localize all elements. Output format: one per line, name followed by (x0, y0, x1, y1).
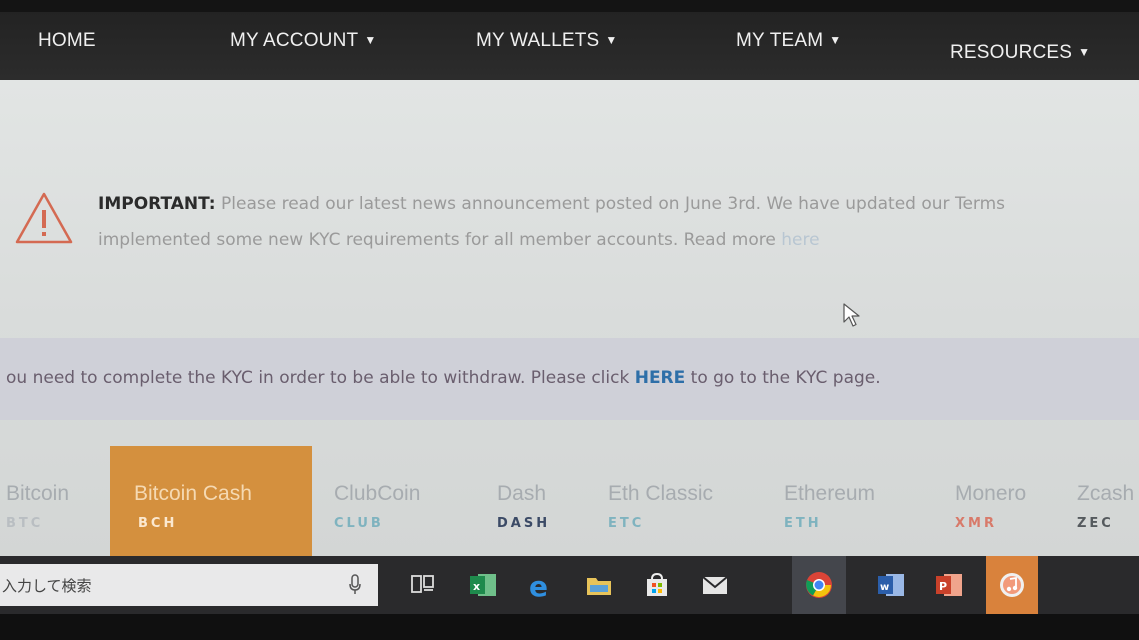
itunes-icon (1000, 573, 1024, 597)
coin-tab-monero[interactable]: Monero XMR (955, 446, 1050, 556)
read-more-link[interactable]: here (781, 230, 819, 250)
nav-my-team[interactable]: MY TEAM ▼ (736, 30, 841, 52)
coin-tab-name: Zcash (1077, 482, 1135, 505)
kyc-text-after: to go to the KYC page. (685, 368, 881, 388)
file-explorer-icon[interactable] (584, 570, 614, 600)
warning-triangle-icon (15, 192, 73, 244)
kyc-here-link[interactable]: HERE (635, 368, 686, 388)
nav-my-account-label: MY ACCOUNT (230, 30, 359, 51)
nav-resources-label: RESOURCES (950, 42, 1073, 63)
chevron-down-icon: ▼ (829, 33, 842, 47)
coin-tab-dash[interactable]: Dash DASH (497, 446, 587, 556)
coin-tab-zcash[interactable]: Zcash ZEC (1077, 446, 1139, 556)
mic-icon[interactable] (348, 574, 362, 596)
windows-taskbar: 入力して検索 x e w P (0, 556, 1139, 614)
svg-text:x: x (473, 580, 480, 593)
nav-resources[interactable]: RESOURCES ▼ (950, 42, 1090, 64)
chevron-down-icon: ▼ (605, 33, 618, 47)
kyc-message: ou need to complete the KYC in order to … (6, 368, 881, 388)
kyc-alert-bar: ou need to complete the KYC in order to … (0, 338, 1139, 420)
coin-tab-code: BTC (6, 516, 44, 531)
task-view-icon[interactable] (408, 570, 438, 600)
notice-important-label: IMPORTANT: (98, 194, 216, 214)
nav-home-label: HOME (38, 30, 96, 51)
edge-icon[interactable]: e (526, 570, 556, 600)
notice-line-2-text: implemented some new KYC requirements fo… (98, 230, 782, 250)
coin-tab-name: Monero (955, 482, 1027, 505)
coin-tab-code: XMR (955, 516, 997, 531)
important-notice: IMPORTANT: Please read our latest news a… (0, 170, 1139, 280)
screen-bezel-top (0, 0, 1139, 12)
chrome-icon[interactable] (804, 570, 834, 600)
coin-tab-ethereum[interactable]: Ethereum ETH (784, 446, 914, 556)
coin-tab-name: ClubCoin (334, 482, 421, 505)
svg-text:P: P (939, 580, 947, 593)
itunes-tile[interactable] (986, 556, 1038, 614)
store-icon[interactable] (642, 570, 672, 600)
main-content: IMPORTANT: Please read our latest news a… (0, 80, 1139, 556)
chevron-down-icon: ▼ (364, 33, 377, 47)
mail-icon[interactable] (700, 570, 730, 600)
coin-tab-clubcoin[interactable]: ClubCoin CLUB (334, 446, 464, 556)
excel-icon[interactable]: x (468, 570, 498, 600)
nav-home[interactable]: HOME (38, 30, 96, 52)
coin-tab-code: ETC (608, 516, 645, 531)
nav-my-team-label: MY TEAM (736, 30, 824, 51)
screen-bezel-bottom (0, 614, 1139, 640)
coin-tab-code: CLUB (334, 516, 384, 531)
coin-tab-name: Dash (497, 482, 547, 505)
coin-tab-code: ZEC (1077, 516, 1114, 531)
notice-line-2: implemented some new KYC requirements fo… (98, 230, 820, 250)
taskbar-search-box[interactable]: 入力して検索 (0, 564, 378, 606)
mouse-cursor-icon (843, 303, 860, 327)
coin-tab-name: Bitcoin Cash (134, 482, 252, 505)
chevron-down-icon: ▼ (1078, 45, 1091, 59)
notice-line-1-text: Please read our latest news announcement… (215, 194, 1006, 214)
nav-my-wallets-label: MY WALLETS (476, 30, 600, 51)
coin-tab-name: Ethereum (784, 482, 876, 505)
coin-tab-code: DASH (497, 516, 551, 531)
kyc-text-before: ou need to complete the KYC in order to … (6, 368, 635, 388)
nav-my-wallets[interactable]: MY WALLETS ▼ (476, 30, 618, 52)
coin-tab-code: BCH (138, 516, 178, 531)
coin-tab-bitcoin-cash[interactable]: Bitcoin Cash BCH (110, 446, 312, 556)
coin-tab-name: Eth Classic (608, 482, 714, 505)
coin-tab-eth-classic[interactable]: Eth Classic ETC (608, 446, 748, 556)
svg-text:e: e (529, 570, 548, 600)
coin-tab-name: Bitcoin (6, 482, 70, 505)
coin-tab-bitcoin[interactable]: Bitcoin BTC (6, 446, 106, 556)
nav-my-account[interactable]: MY ACCOUNT ▼ (230, 30, 376, 52)
svg-text:w: w (880, 582, 889, 593)
top-nav: HOME MY ACCOUNT ▼ MY WALLETS ▼ MY TEAM ▼ RE… (0, 12, 1139, 80)
coin-tab-code: ETH (784, 516, 822, 531)
search-placeholder: 入力して検索 (2, 577, 92, 595)
notice-line-1: IMPORTANT: Please read our latest news a… (98, 194, 1005, 214)
powerpoint-icon[interactable]: P (934, 570, 964, 600)
word-icon[interactable]: w (876, 570, 906, 600)
